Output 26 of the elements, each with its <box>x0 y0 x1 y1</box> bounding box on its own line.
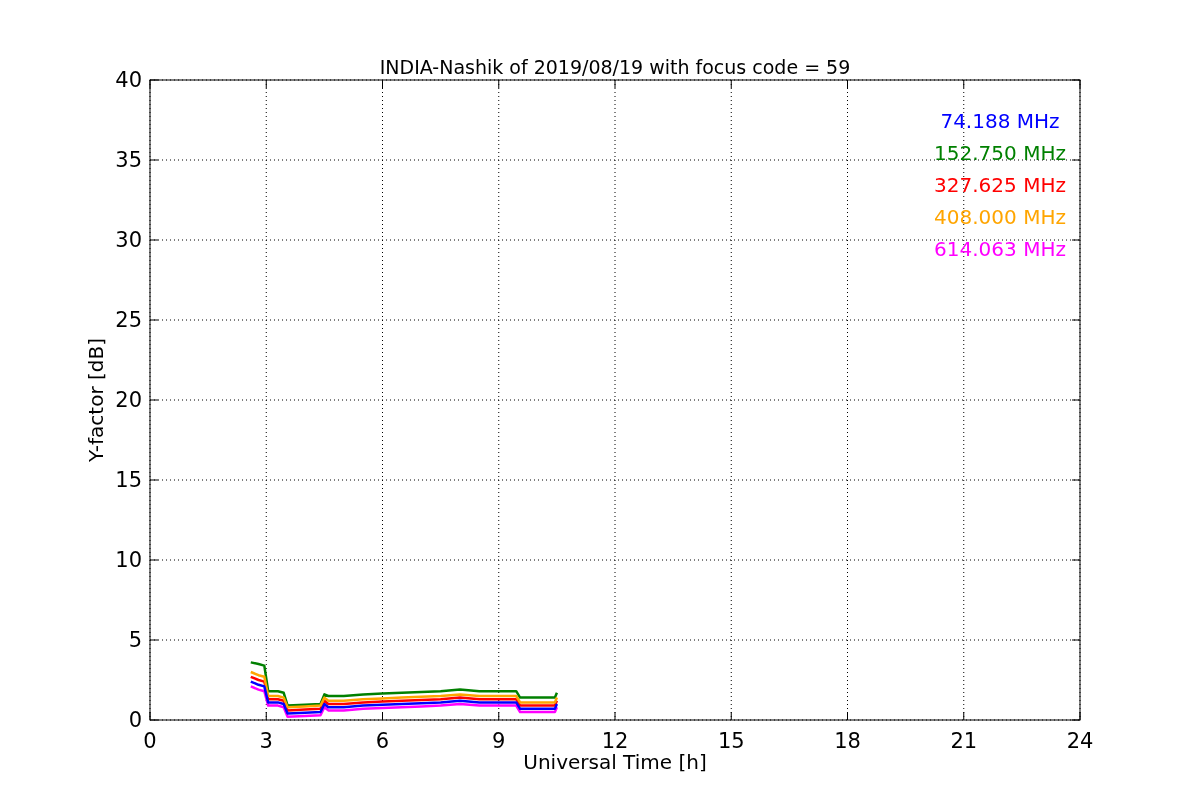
tick-label: 20 <box>115 388 142 412</box>
chart-title: INDIA-Nashik of 2019/08/19 with focus code = 59 <box>379 56 851 78</box>
axis-label: Universal Time [h] <box>523 750 707 774</box>
tick-label: 18 <box>834 729 861 753</box>
legend-label: 408.000 MHz <box>934 205 1066 229</box>
tick-label: 24 <box>1066 729 1094 753</box>
tick-label: 12 <box>601 729 629 753</box>
tick-label: 10 <box>115 548 142 572</box>
tick-label: 6 <box>375 729 390 753</box>
tick-label: 25 <box>115 308 142 332</box>
legend-label: 614.063 MHz <box>934 237 1066 261</box>
tick-label: 0 <box>128 708 142 732</box>
tick-label: 15 <box>115 468 142 492</box>
tick-label: 9 <box>492 729 506 753</box>
tick-label: 3 <box>259 729 273 753</box>
legend-label: 74.188 MHz <box>940 109 1060 133</box>
tick-label: 30 <box>115 228 142 252</box>
tick-label: 15 <box>717 729 745 753</box>
tick-label: 5 <box>128 628 142 652</box>
legend-label: 152.750 MHz <box>934 141 1066 165</box>
legend-label: 327.625 MHz <box>934 173 1066 197</box>
tick-label: 35 <box>115 148 142 172</box>
tick-label: 21 <box>950 729 978 753</box>
axis-label: Y-factor [dB] <box>84 338 108 462</box>
tick-label: 0 <box>143 729 157 753</box>
tick-label: 40 <box>115 68 142 92</box>
